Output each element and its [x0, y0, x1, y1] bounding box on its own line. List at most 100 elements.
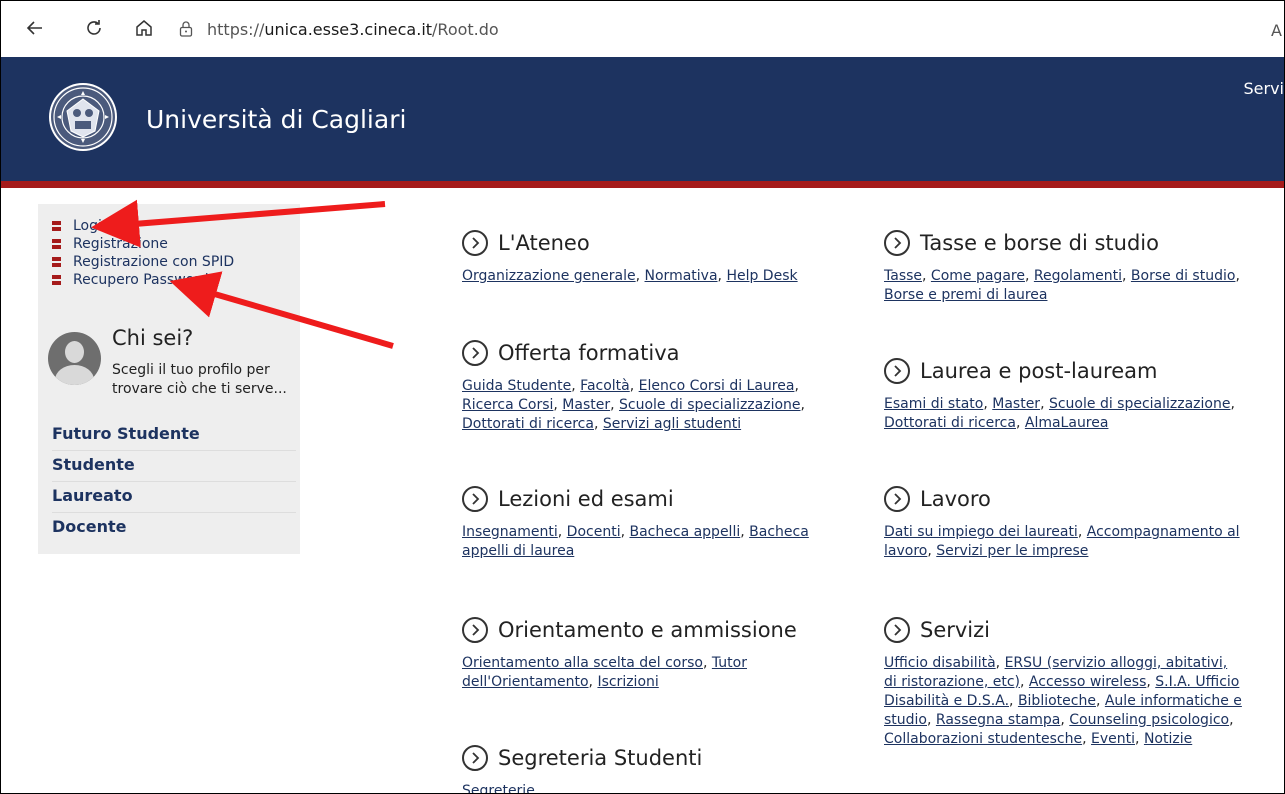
profile-docente[interactable]: Docente: [52, 513, 296, 543]
section-orientamento: Orientamento e ammissione Orientamento a…: [462, 614, 852, 692]
university-seal-logo[interactable]: [47, 81, 119, 153]
chevron-right-icon: [884, 617, 910, 643]
home-icon[interactable]: [129, 13, 159, 43]
section-links: Segreterie: [462, 782, 852, 793]
section-link[interactable]: Master: [562, 397, 610, 413]
section-title[interactable]: Tasse e borse di studio: [884, 227, 1244, 259]
bullet-icon: [52, 256, 63, 268]
section-title[interactable]: Servizi: [884, 614, 1244, 646]
section-link[interactable]: Elenco Corsi di Laurea: [639, 378, 795, 394]
section-link[interactable]: Normativa: [645, 268, 718, 284]
section-link[interactable]: Scuole di specializzazione: [619, 397, 801, 413]
section-link[interactable]: Servizi agli studenti: [603, 416, 741, 432]
section-link[interactable]: Esami di stato: [884, 396, 983, 412]
section-link[interactable]: Help Desk: [726, 268, 797, 284]
section-link[interactable]: Borse di studio: [1131, 268, 1236, 284]
section-lavoro: Lavoro Dati su impiego dei laureati, Acc…: [884, 483, 1244, 561]
site-header: Università di Cagliari Servi: [1, 57, 1284, 181]
sidebar: Login Registrazione Registrazione con SP…: [38, 204, 300, 554]
link-label: Registrazione: [73, 236, 168, 252]
chevron-right-icon: [884, 230, 910, 256]
back-icon[interactable]: [20, 13, 50, 43]
section-link[interactable]: Scuole di specializzazione: [1049, 396, 1231, 412]
section-link[interactable]: Counseling psicologico: [1069, 712, 1229, 728]
section-links: Esami di stato, Master, Scuole di specia…: [884, 396, 1235, 431]
link-label: Login: [73, 218, 111, 234]
profile-futuro-studente[interactable]: Futuro Studente: [52, 420, 296, 451]
section-link[interactable]: Master: [992, 396, 1040, 412]
url-path: /Root.do: [432, 19, 499, 39]
section-link[interactable]: Organizzazione generale: [462, 268, 636, 284]
section-link[interactable]: Ufficio disabilità: [884, 655, 996, 671]
url-host: unica.esse3.cineca.it: [264, 19, 433, 39]
section-ateneo: L'Ateneo Organizzazione generale, Normat…: [462, 227, 852, 286]
chevron-right-icon: [462, 340, 488, 366]
section-link[interactable]: Collaborazioni studentesche: [884, 731, 1082, 747]
section-links: Dati su impiego dei laureati, Accompagna…: [884, 524, 1240, 559]
section-segreteria: Segreteria Studenti Segreterie: [462, 742, 852, 793]
top-nav-servizi[interactable]: Servi: [1244, 79, 1285, 98]
section-title[interactable]: Lavoro: [884, 483, 1244, 515]
section-link[interactable]: Eventi: [1091, 731, 1135, 747]
login-link[interactable]: Login: [52, 217, 234, 235]
browser-toolbar: https://unica.esse3.cineca.it/Root.do A: [1, 1, 1284, 57]
university-name[interactable]: Università di Cagliari: [146, 105, 406, 134]
section-title[interactable]: Orientamento e ammissione: [462, 614, 852, 646]
registrazione-link[interactable]: Registrazione: [52, 235, 234, 253]
section-tasse-borse: Tasse e borse di studio Tasse, Come paga…: [884, 227, 1244, 305]
address-bar[interactable]: https://unica.esse3.cineca.it/Root.do: [179, 15, 499, 43]
bullet-icon: [52, 274, 63, 286]
section-link[interactable]: Servizi per le imprese: [936, 543, 1088, 559]
section-links: Tasse, Come pagare, Regolamenti, Borse d…: [884, 268, 1240, 303]
browser-window: https://unica.esse3.cineca.it/Root.do A …: [0, 0, 1285, 794]
section-title[interactable]: Offerta formativa: [462, 337, 852, 369]
section-link[interactable]: Dati su impiego dei laureati: [884, 524, 1078, 540]
reload-icon[interactable]: [79, 13, 109, 43]
url-prefix: https://: [207, 19, 265, 39]
section-link[interactable]: Facoltà: [580, 378, 630, 394]
section-title[interactable]: Segreteria Studenti: [462, 742, 852, 774]
section-title[interactable]: L'Ateneo: [462, 227, 852, 259]
section-link[interactable]: Accesso wireless: [1029, 674, 1146, 690]
chevron-right-icon: [462, 745, 488, 771]
auth-links: Login Registrazione Registrazione con SP…: [52, 217, 234, 289]
section-link[interactable]: AlmaLaurea: [1025, 415, 1109, 431]
chevron-right-icon: [884, 486, 910, 512]
section-laurea-post-lauream: Laurea e post-lauream Esami di stato, Ma…: [884, 355, 1244, 433]
section-link[interactable]: Ricerca Corsi: [462, 397, 553, 413]
section-link[interactable]: Orientamento alla scelta del corso: [462, 655, 703, 671]
avatar-icon: [48, 332, 101, 385]
section-link[interactable]: Dottorati di ricerca: [884, 415, 1016, 431]
section-link[interactable]: Borse e premi di laurea: [884, 287, 1047, 303]
section-links: Insegnamenti, Docenti, Bacheca appelli, …: [462, 524, 809, 559]
profile-laureato[interactable]: Laureato: [52, 482, 296, 513]
lock-icon: [179, 21, 193, 37]
section-link[interactable]: Insegnamenti: [462, 524, 558, 540]
toolbar-cut-text: A: [1271, 21, 1282, 40]
section-title[interactable]: Laurea e post-lauream: [884, 355, 1244, 387]
section-link[interactable]: Biblioteche: [1018, 693, 1096, 709]
profile-list: Futuro Studente Studente Laureato Docent…: [52, 420, 296, 543]
section-link[interactable]: Notizie: [1144, 731, 1192, 747]
recupero-password-link[interactable]: Recupero Password: [52, 271, 234, 289]
section-link[interactable]: Docenti: [567, 524, 621, 540]
section-link[interactable]: Guida Studente: [462, 378, 571, 394]
section-link[interactable]: Dottorati di ricerca: [462, 416, 594, 432]
registrazione-spid-link[interactable]: Registrazione con SPID: [52, 253, 234, 271]
chevron-right-icon: [884, 358, 910, 384]
header-accent-line: [1, 181, 1284, 188]
chi-sei-text: Scegli il tuo profilo per trovare ciò ch…: [112, 362, 287, 397]
section-links: Guida Studente, Facoltà, Elenco Corsi di…: [462, 378, 805, 432]
section-link[interactable]: Bacheca appelli: [630, 524, 741, 540]
section-link[interactable]: Iscrizioni: [597, 674, 658, 690]
chevron-right-icon: [462, 486, 488, 512]
section-link[interactable]: Segreterie: [462, 783, 535, 793]
section-link[interactable]: Rassegna stampa: [936, 712, 1060, 728]
section-title[interactable]: Lezioni ed esami: [462, 483, 852, 515]
section-link[interactable]: Tasse: [884, 268, 922, 284]
chi-sei-title: Chi sei?: [112, 326, 194, 350]
profile-studente[interactable]: Studente: [52, 451, 296, 482]
section-link[interactable]: Regolamenti: [1034, 268, 1122, 284]
section-link[interactable]: Come pagare: [931, 268, 1025, 284]
section-servizi: Servizi Ufficio disabilità, ERSU (serviz…: [884, 614, 1244, 749]
